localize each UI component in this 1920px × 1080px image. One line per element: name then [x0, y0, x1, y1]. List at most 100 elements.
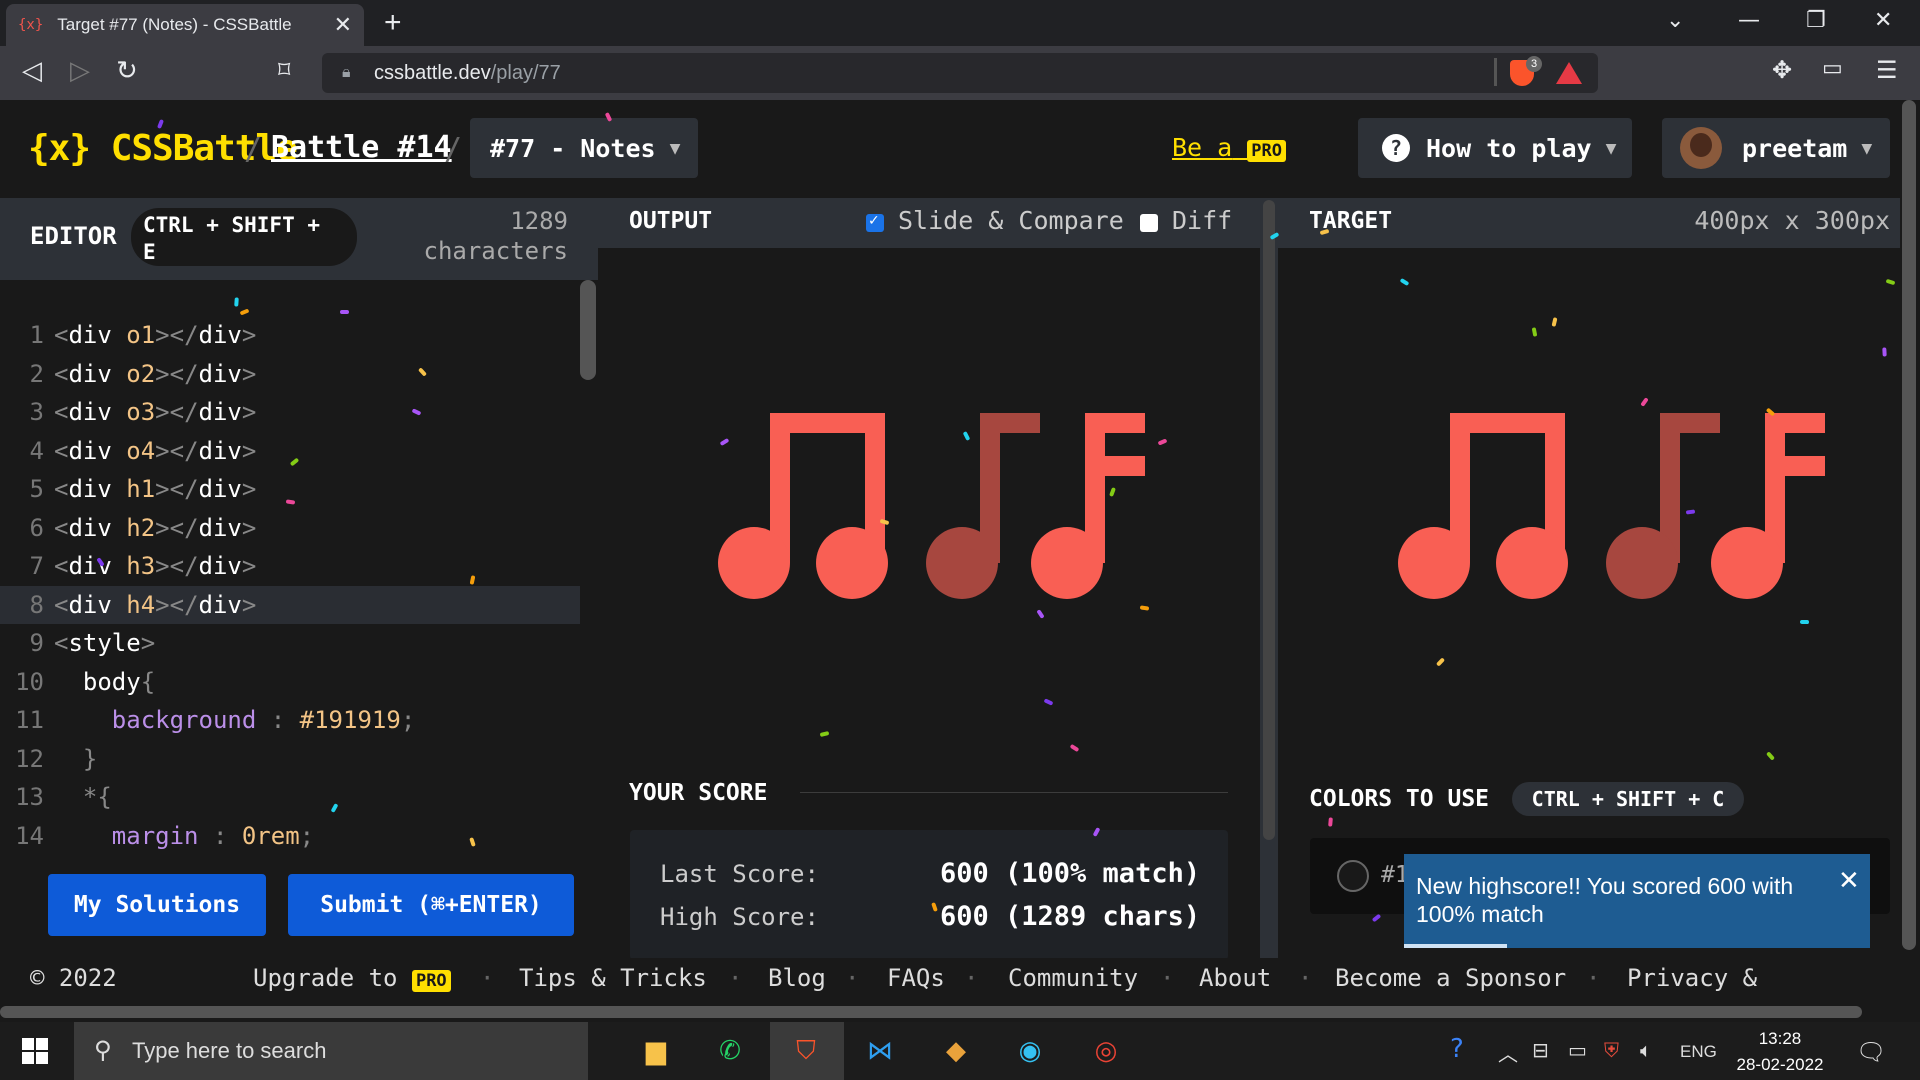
help-tray-icon[interactable]: ?	[1450, 1034, 1464, 1064]
note-dark	[926, 413, 1040, 599]
diff-checkbox[interactable]	[1140, 214, 1158, 232]
edge-icon[interactable]: ◉	[1008, 1030, 1052, 1072]
footer-link-tips[interactable]: Tips & Tricks	[519, 964, 707, 992]
panel-resize-handle[interactable]	[1263, 200, 1275, 840]
my-solutions-button[interactable]: My Solutions	[48, 874, 266, 936]
user-menu[interactable]: preetam ▼	[1662, 118, 1890, 178]
code-line[interactable]: 6 < div h2 ></div >	[0, 509, 580, 548]
new-tab-button[interactable]: +	[384, 6, 402, 40]
vscode-icon[interactable]: ⋈	[858, 1030, 902, 1072]
footer-link-community[interactable]: Community	[1008, 964, 1138, 992]
browser-tab[interactable]: {x} Target #77 (Notes) - CSSBattle ✕	[6, 4, 364, 46]
note-flag	[1031, 413, 1145, 599]
code-token: 0rem	[241, 821, 300, 850]
security-icon[interactable]: ⛨	[1604, 1038, 1619, 1062]
show-hidden-icons-icon[interactable]: ︿	[1498, 1038, 1518, 1067]
note-pair-left	[718, 413, 888, 599]
windows-start-icon[interactable]	[22, 1038, 48, 1064]
minimize-icon[interactable]: —	[1738, 8, 1760, 33]
code-token: h1	[126, 475, 156, 504]
character-count-unit: characters	[423, 237, 569, 265]
slide-compare-checkbox[interactable]: ✓	[866, 213, 884, 232]
diff-label[interactable]: Diff	[1172, 206, 1232, 235]
code-token: div	[68, 321, 112, 350]
toast-close-icon[interactable]: ✕	[1838, 866, 1860, 896]
footer-link-blog[interactable]: Blog	[768, 964, 826, 992]
code-editor[interactable]: 1 < div o1 ></div >2 < div o2 ></div >3 < div o3 ><…	[0, 316, 580, 855]
code-token: div	[68, 475, 112, 504]
code-token: <	[54, 475, 69, 504]
taskbar-clock[interactable]: 13:28 28-02-2022	[1722, 1026, 1838, 1078]
target-dropdown[interactable]: #77 - Notes ▼	[470, 118, 698, 178]
network-icon[interactable]: ⊟	[1532, 1038, 1549, 1062]
footer-upgrade-link[interactable]: Upgrade to PRO	[253, 964, 451, 992]
slide-compare-label[interactable]: Slide & Compare	[898, 206, 1124, 235]
how-to-play-button[interactable]: ? How to play ▼	[1358, 118, 1632, 178]
code-line[interactable]: 14 margin : 0rem;	[0, 817, 580, 856]
page-scrollbar[interactable]	[1902, 100, 1916, 950]
url-field[interactable]: cssbattle.dev/play/77	[322, 53, 1598, 93]
forward-icon[interactable]: ▷	[70, 56, 90, 86]
code-line[interactable]: 7 < div h3 ></div >	[0, 547, 580, 586]
window-close-icon[interactable]: ✕	[1874, 8, 1892, 33]
bookmark-icon[interactable]: ⌑	[278, 56, 290, 84]
menu-icon[interactable]: ☰	[1876, 56, 1898, 84]
footer-link-faqs[interactable]: FAQs	[887, 964, 945, 992]
code-line[interactable]: 13 *{	[0, 778, 580, 817]
lock-icon[interactable]: 🔒︎	[342, 62, 351, 82]
line-number: 13	[15, 783, 44, 812]
git-kraken-icon[interactable]: ◆	[934, 1030, 978, 1072]
volume-icon[interactable]: 🔈︎	[1640, 1038, 1652, 1062]
chrome-icon[interactable]: ◎	[1084, 1030, 1128, 1072]
file-explorer-icon[interactable]: ▆	[634, 1030, 678, 1072]
code-token: *{	[54, 783, 112, 812]
code-line[interactable]: 12 }	[0, 740, 580, 779]
code-token: ></	[155, 513, 199, 542]
code-line[interactable]: 10 body{	[0, 663, 580, 702]
battle-link[interactable]: Battle #14	[271, 130, 452, 165]
tab-close-icon[interactable]: ✕	[334, 12, 352, 38]
output-canvas[interactable]	[630, 276, 1230, 726]
notifications-icon[interactable]: 🗨︎	[1856, 1038, 1886, 1066]
brave-icon[interactable]: ⛉	[784, 1030, 828, 1072]
taskbar-search-input[interactable]: Type here to search	[74, 1022, 588, 1080]
editor-scrollbar[interactable]	[580, 280, 596, 380]
clock-date: 28-02-2022	[1736, 1055, 1824, 1074]
reload-icon[interactable]: ↻	[116, 56, 138, 86]
high-score-label: High Score:	[660, 903, 819, 931]
line-number: 1	[29, 321, 44, 350]
code-line[interactable]: 11 background : #191919;	[0, 701, 580, 740]
wallet-icon[interactable]: ▭	[1822, 56, 1843, 81]
code-line[interactable]: 1 < div o1 ></div >	[0, 316, 580, 355]
restore-icon[interactable]: ❐	[1806, 8, 1826, 33]
confetti-piece	[1328, 817, 1333, 827]
language-indicator[interactable]: ENG	[1680, 1042, 1717, 1062]
extensions-icon[interactable]: ✥	[1772, 56, 1792, 84]
tab-search-chevron-icon[interactable]: ⌄	[1666, 8, 1684, 33]
note-dark	[1606, 413, 1720, 599]
footer-dot: ·	[1586, 964, 1601, 992]
upgrade-text: Upgrade to	[253, 964, 398, 992]
code-line[interactable]: 9 < style >	[0, 624, 580, 663]
horizontal-scrollbar[interactable]	[0, 1006, 1862, 1018]
code-token: >	[241, 513, 257, 542]
battery-icon[interactable]: ▭	[1568, 1038, 1587, 1062]
code-line[interactable]: 3 < div o3 ></div >	[0, 393, 580, 432]
footer-link-about[interactable]: About	[1199, 964, 1271, 992]
brave-rewards-icon[interactable]	[1556, 62, 1582, 84]
submit-button[interactable]: Submit (⌘+ENTER)	[288, 874, 574, 936]
code-line[interactable]: 2 < div o2 ></div >	[0, 355, 580, 394]
footer-link-privacy[interactable]: Privacy &	[1627, 964, 1757, 992]
footer-dot: ·	[728, 964, 743, 992]
code-line[interactable]: 8 < div h4 ></div >	[0, 585, 580, 624]
footer-link-sponsor[interactable]: Become a Sponsor	[1335, 964, 1566, 992]
code-token: <	[54, 552, 69, 581]
back-icon[interactable]: ◁	[22, 56, 42, 86]
color-swatch[interactable]	[1337, 860, 1369, 892]
be-a-pro-link[interactable]: Be a PRO	[1172, 133, 1286, 162]
line-number: 3	[29, 398, 44, 427]
whatsapp-icon[interactable]: ✆	[708, 1030, 752, 1072]
target-canvas[interactable]	[1310, 276, 1900, 726]
